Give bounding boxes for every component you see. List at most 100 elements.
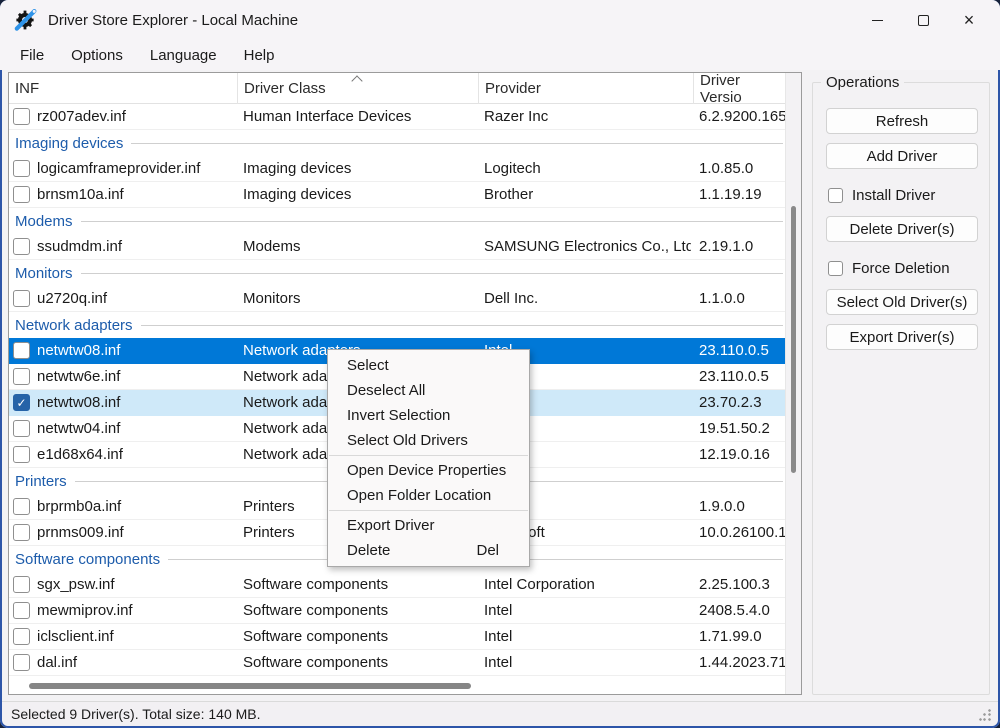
table-row[interactable]: u2720q.inf Monitors Dell Inc. 1.1.0.0 — [9, 286, 785, 312]
row-checkbox[interactable] — [13, 524, 30, 541]
menu-item-help[interactable]: Help — [244, 47, 275, 64]
cell-inf: netwtw6e.inf — [37, 368, 121, 385]
context-menu-item-label: Select — [347, 357, 389, 374]
table-row[interactable]: sgx_psw.inf Software components Intel Corp… — [9, 572, 785, 598]
cell-driver_class: Software components — [243, 576, 389, 593]
cell-driver_class: Software components — [243, 602, 389, 619]
row-checkbox[interactable] — [13, 160, 30, 177]
select-old-drivers-button[interactable]: Select Old Driver(s) — [826, 289, 978, 315]
install-driver-checkbox[interactable]: Install Driver — [828, 186, 978, 204]
cell-provider: Razer Inc — [484, 108, 549, 125]
table-row[interactable]: logicamframeprovider.inf Imaging devices L… — [9, 156, 785, 182]
table-row[interactable]: mewmiprov.inf Software components Intel 240… — [9, 598, 785, 624]
row-checkbox[interactable] — [13, 186, 30, 203]
table-row[interactable]: rz007adev.inf Human Interface Devices Raze… — [9, 104, 785, 130]
delete-drivers-button[interactable]: Delete Driver(s) — [826, 216, 978, 242]
cell-provider: SAMSUNG Electronics Co., Ltd. — [484, 238, 691, 255]
group-line — [131, 142, 783, 144]
menu-item-options[interactable]: Options — [71, 47, 123, 64]
table-header: INF Driver Class Provider Driver Versio — [9, 72, 785, 106]
cell-provider: Logitech — [484, 160, 541, 177]
context-menu-separator — [329, 455, 528, 456]
context-menu-separator — [329, 510, 528, 511]
resize-grip[interactable] — [979, 709, 991, 721]
table-row[interactable]: iclsclient.inf Software components Intel 1.… — [9, 624, 785, 650]
checkbox-box[interactable] — [828, 260, 843, 276]
table-row[interactable]: brnsm10a.inf Imaging devices Brother 1.1.19… — [9, 182, 785, 208]
force-deletion-checkbox[interactable]: Force Deletion — [828, 259, 978, 277]
group-line — [80, 220, 783, 222]
cell-version: 2.25.100.3 — [699, 576, 770, 593]
title-bar: Driver Store Explorer - Local Machine × — [0, 0, 1000, 40]
close-icon: × — [963, 10, 975, 30]
context-menu-item-label: Invert Selection — [347, 407, 451, 424]
menu-item-file[interactable]: File — [20, 47, 44, 64]
cell-version: 2408.5.4.0 — [699, 602, 770, 619]
operations-controls: Refresh Add Driver Install Driver Delete Dr… — [826, 108, 978, 359]
checkbox-box[interactable] — [828, 187, 843, 203]
row-checkbox[interactable] — [13, 446, 30, 463]
column-header-driver-version[interactable]: Driver Versio — [693, 72, 785, 106]
cell-inf: u2720q.inf — [37, 290, 108, 307]
row-checkbox[interactable] — [13, 290, 30, 307]
row-checkbox-checked[interactable] — [13, 394, 30, 411]
group-line — [80, 272, 783, 274]
cell-version: 23.70.2.3 — [699, 394, 762, 411]
horizontal-scrollbar[interactable] — [9, 679, 785, 693]
cell-inf: ssudmdm.inf — [37, 238, 123, 255]
operations-panel: Operations Refresh Add Driver Install Driv… — [812, 74, 990, 695]
maximize-button[interactable] — [900, 0, 946, 40]
row-checkbox[interactable] — [13, 108, 30, 125]
group-label: Imaging devices — [15, 134, 124, 152]
refresh-button[interactable]: Refresh — [826, 108, 978, 134]
cell-inf: logicamframeprovider.inf — [37, 160, 201, 177]
column-header-inf[interactable]: INF — [9, 73, 237, 104]
minimize-icon — [871, 19, 883, 21]
vertical-scrollbar-thumb[interactable] — [791, 206, 796, 473]
row-checkbox[interactable] — [13, 498, 30, 515]
cell-inf: iclsclient.inf — [37, 628, 114, 645]
group-label: Monitors — [15, 264, 73, 282]
context-menu-item-select[interactable]: Select — [328, 353, 529, 378]
row-checkbox[interactable] — [13, 654, 30, 671]
cell-inf: sgx_psw.inf — [37, 576, 115, 593]
row-checkbox[interactable] — [13, 602, 30, 619]
context-menu-item-invert-selection[interactable]: Invert Selection — [328, 403, 529, 428]
row-checkbox[interactable] — [13, 238, 30, 255]
menu-item-language[interactable]: Language — [150, 47, 217, 64]
row-checkbox[interactable] — [13, 420, 30, 437]
context-menu-item-label: Deselect All — [347, 382, 426, 399]
context-menu-item-open-folder-location[interactable]: Open Folder Location — [328, 483, 529, 508]
window-controls: × — [854, 0, 992, 40]
table-row[interactable]: ssudmdm.inf Modems SAMSUNG Electronics Co.… — [9, 234, 785, 260]
cell-inf: netwtw04.inf — [37, 420, 121, 437]
column-header-provider[interactable]: Provider — [478, 73, 693, 104]
cell-version: 12.19.0.16 — [699, 446, 770, 463]
window-title: Driver Store Explorer - Local Machine — [48, 11, 299, 29]
export-drivers-button[interactable]: Export Driver(s) — [826, 324, 978, 350]
table-row[interactable]: dal.inf Software components Intel 1.44.2023… — [9, 650, 785, 676]
vertical-scrollbar[interactable] — [785, 73, 801, 694]
cell-inf: rz007adev.inf — [37, 108, 126, 125]
cell-version: 1.1.19.19 — [699, 186, 762, 203]
context-menu-item-export-driver[interactable]: Export Driver — [328, 513, 529, 538]
cell-version: 19.51.50.2 — [699, 420, 770, 437]
add-driver-button[interactable]: Add Driver — [826, 143, 978, 169]
status-text: Selected 9 Driver(s). Total size: 140 MB… — [11, 706, 261, 722]
context-menu-item-open-device-properties[interactable]: Open Device Properties — [328, 458, 529, 483]
row-checkbox[interactable] — [13, 342, 30, 359]
minimize-button[interactable] — [854, 0, 900, 40]
row-checkbox[interactable] — [13, 576, 30, 593]
cell-version: 1.44.2023.71 — [699, 654, 785, 671]
cell-version: 1.71.99.0 — [699, 628, 762, 645]
status-bar: Selected 9 Driver(s). Total size: 140 MB… — [2, 701, 998, 726]
horizontal-scrollbar-thumb[interactable] — [29, 683, 471, 689]
cell-provider: Intel — [484, 602, 513, 619]
context-menu-item-delete[interactable]: Delete Del — [328, 538, 529, 563]
context-menu-item-select-old-drivers[interactable]: Select Old Drivers — [328, 428, 529, 453]
row-checkbox[interactable] — [13, 628, 30, 645]
close-button[interactable]: × — [946, 0, 992, 40]
context-menu-item-deselect-all[interactable]: Deselect All — [328, 378, 529, 403]
cell-inf: netwtw08.inf — [37, 394, 121, 411]
row-checkbox[interactable] — [13, 368, 30, 385]
